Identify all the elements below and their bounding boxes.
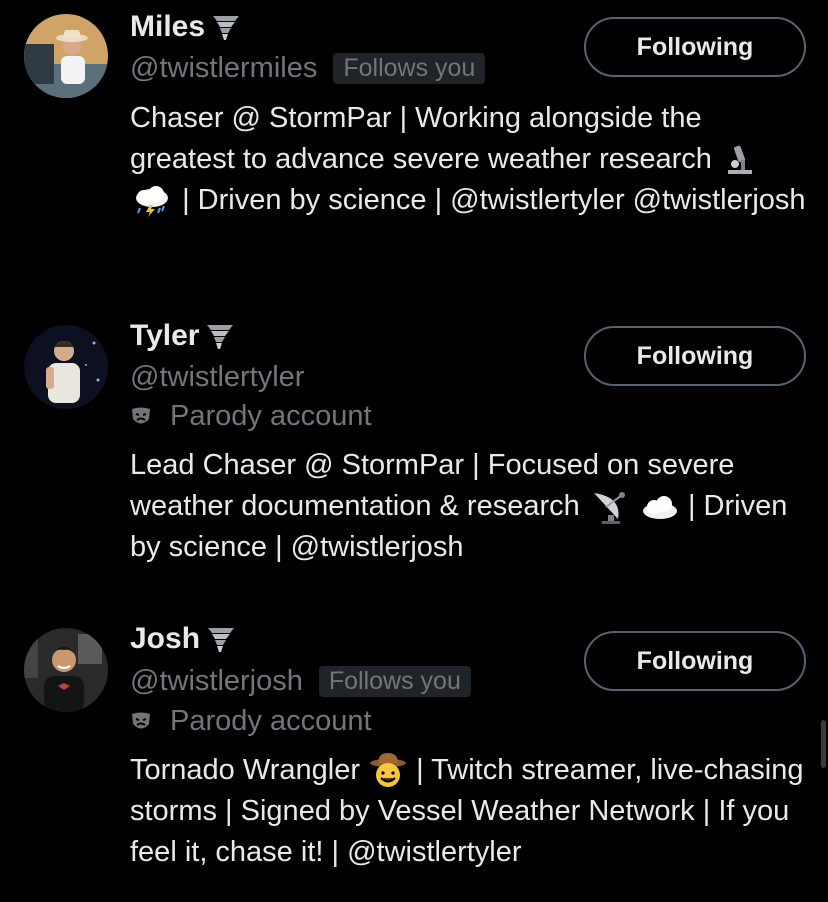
avatar-image (24, 14, 108, 98)
theater-mask-icon (132, 407, 150, 423)
parody-text: Parody account (170, 400, 372, 432)
bio: Tornado Wrangler | Twitch streamer, live… (130, 750, 810, 873)
cloud-icon (642, 496, 677, 520)
avatar[interactable] (24, 14, 108, 98)
parody-text: Parody account (170, 705, 372, 737)
tornado-icon (208, 628, 235, 652)
bio-text: Chaser @ StormPar | Working alongside th… (130, 102, 712, 175)
display-name[interactable]: Miles (130, 10, 205, 44)
storm-cloud-icon (136, 186, 168, 218)
avatar[interactable] (24, 628, 108, 712)
parody-label: Parody account (130, 705, 372, 738)
follows-you-badge: Follows you (318, 666, 471, 697)
follows-you-badge: Follows you (333, 53, 486, 84)
satellite-dish-icon (593, 492, 625, 525)
user-cell-miles[interactable]: Miles @twistlermiles Follows you Chaser … (0, 0, 828, 300)
avatar-image (24, 628, 108, 712)
theater-mask-icon (132, 712, 150, 728)
scrollbar[interactable] (821, 720, 826, 768)
bio: Lead Chaser @ StormPar | Focused on seve… (130, 445, 810, 568)
following-button[interactable]: Following (584, 326, 806, 386)
bio: Chaser @ StormPar | Working alongside th… (130, 98, 810, 221)
bio-text: Tornado Wrangler (130, 754, 360, 786)
following-button[interactable]: Following (584, 631, 806, 691)
handle[interactable]: @twistlertyler (130, 361, 304, 394)
user-cell-tyler[interactable]: Tyler @twistlertyler Parody account Lead… (0, 305, 828, 605)
parody-label: Parody account (130, 400, 372, 433)
handle[interactable]: @twistlermiles (130, 52, 317, 85)
following-button[interactable]: Following (584, 17, 806, 77)
user-cell-josh[interactable]: Josh @twistlerjosh Follows you Parody ac… (0, 612, 828, 902)
avatar-image (24, 325, 108, 409)
tornado-icon (213, 16, 240, 40)
cowboy-face-icon (370, 753, 407, 788)
display-name[interactable]: Josh (130, 622, 200, 656)
display-name[interactable]: Tyler (130, 319, 199, 353)
avatar[interactable] (24, 325, 108, 409)
microscope-icon (728, 146, 753, 175)
handle[interactable]: @twistlerjosh (130, 665, 303, 698)
bio-text: | Driven by science | @twistlertyler @tw… (182, 184, 806, 216)
tornado-icon (207, 325, 234, 349)
